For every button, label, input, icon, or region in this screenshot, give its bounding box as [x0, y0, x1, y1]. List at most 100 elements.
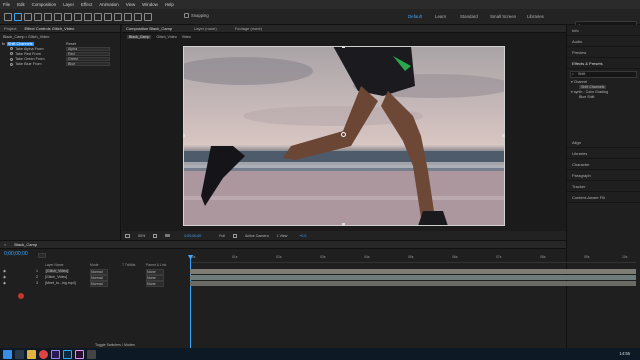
panel-libraries[interactable]: Libraries [567, 148, 640, 159]
panel-character[interactable]: Character [567, 159, 640, 170]
mode-dropdown[interactable]: Normal [90, 281, 108, 287]
menu-layer[interactable]: Layer [63, 2, 74, 7]
resolution-dropdown[interactable]: Full [219, 234, 225, 238]
exposure-value[interactable]: +0.0 [299, 234, 306, 238]
layer-row[interactable]: ◉ 1 [Glitch_Video] Normal None [0, 269, 188, 275]
tab-footage[interactable]: Footage (none) [235, 26, 262, 31]
transform-handle[interactable] [342, 46, 345, 48]
eye-icon[interactable]: ◉ [3, 275, 6, 279]
stopwatch-icon[interactable] [10, 47, 13, 51]
tab-timeline-black-camp[interactable]: Black_Camp [14, 242, 37, 247]
subtab-glitch-video[interactable]: Glitch_Video [156, 35, 176, 39]
menu-window[interactable]: Window [142, 2, 158, 7]
snapshot-icon[interactable] [165, 234, 171, 237]
roto-brush-tool-icon[interactable] [134, 13, 142, 21]
tab-layer[interactable]: Layer (none) [194, 26, 217, 31]
layer-name[interactable]: [Glitch_Video] [45, 269, 70, 273]
col-trkmat[interactable]: T TrkMat [122, 263, 135, 267]
menu-composition[interactable]: Composition [32, 2, 56, 7]
property-dropdown[interactable]: Blue [66, 62, 110, 67]
tab-composition[interactable]: Composition Black_Camp [126, 26, 172, 31]
layer-row[interactable]: ◉ 3 [Meet_to...ing.mp4] Normal None [0, 281, 188, 287]
camera-dropdown[interactable]: Active Camera [245, 234, 269, 238]
transform-handle[interactable] [183, 134, 185, 137]
rotate-tool-icon[interactable] [44, 13, 52, 21]
effects-search-input[interactable]: ⌕ Shift [570, 71, 637, 78]
chrome-icon[interactable] [39, 349, 48, 359]
stopwatch-icon[interactable] [10, 52, 13, 56]
rectangle-tool-icon[interactable] [74, 13, 82, 21]
eye-icon[interactable]: ◉ [3, 269, 6, 273]
anchor-point-icon[interactable] [341, 132, 346, 137]
fx-badge-icon[interactable]: fx [2, 42, 5, 46]
tab-project[interactable]: Project [4, 26, 16, 31]
menu-help[interactable]: Help [165, 2, 174, 7]
workspace-standard[interactable]: Standard [460, 14, 478, 19]
workspace-learn[interactable]: Learn [435, 14, 446, 19]
layer-name[interactable]: [Meet_to...ing.mp4] [45, 281, 76, 285]
layer-name[interactable]: [Glitch_Video] [45, 275, 67, 279]
col-mode[interactable]: Mode [90, 263, 98, 267]
subtab-video[interactable]: Video [182, 35, 191, 39]
safe-zones-icon[interactable] [125, 233, 130, 238]
after-effects-icon[interactable] [51, 349, 60, 359]
workspace-default[interactable]: Default [408, 14, 422, 19]
snapping-checkbox[interactable] [184, 13, 189, 18]
zoom-dropdown[interactable]: 50% [138, 234, 145, 238]
views-dropdown[interactable]: 1 View [277, 234, 288, 238]
file-explorer-icon[interactable] [27, 349, 36, 359]
timeline-timecode[interactable]: 0;00;00;00 [4, 251, 28, 257]
type-tool-icon[interactable] [94, 13, 102, 21]
panel-info[interactable]: Info [567, 25, 640, 36]
transform-handle[interactable] [502, 134, 505, 137]
clone-tool-icon[interactable] [114, 13, 122, 21]
effect-name[interactable]: Shift Channels [6, 41, 34, 46]
panel-tracker[interactable]: Tracker [567, 181, 640, 192]
media-player-icon[interactable] [87, 349, 96, 359]
region-icon[interactable] [233, 233, 237, 238]
hand-tool-icon[interactable] [24, 13, 32, 21]
time-ruler[interactable]: 00s 01s 02s 03s 04s 05s 06s 07s 08s 09s … [190, 255, 636, 263]
workspace-small-screen[interactable]: Small Screen [490, 14, 516, 19]
menu-view[interactable]: View [126, 2, 135, 7]
panel-paragraph[interactable]: Paragraph [567, 170, 640, 181]
stopwatch-icon[interactable] [10, 57, 13, 61]
menu-edit[interactable]: Edit [17, 2, 25, 7]
puppet-tool-icon[interactable] [144, 13, 152, 21]
panel-content-aware-fill[interactable]: Content-Aware Fill [567, 192, 640, 203]
property-dropdown[interactable]: Red [66, 51, 110, 57]
photoshop-icon[interactable] [63, 349, 72, 359]
premiere-icon[interactable] [75, 349, 84, 359]
pen-tool-icon[interactable] [84, 13, 92, 21]
layer-row[interactable]: ◉ 2 [Glitch_Video] Normal None [0, 275, 188, 281]
toggle-switches-modes[interactable]: Toggle Switches / Modes [95, 343, 135, 347]
effect-reset[interactable]: Reset [66, 42, 76, 46]
tab-effect-controls[interactable]: Effect Controls Glitch_Video [24, 26, 74, 31]
property-dropdown[interactable]: Alpha [66, 46, 110, 51]
menu-file[interactable]: File [3, 2, 10, 7]
grid-icon[interactable] [153, 233, 158, 238]
eraser-tool-icon[interactable] [124, 13, 132, 21]
subtab-black-camp[interactable]: Black_Camp [127, 34, 152, 39]
windows-start-icon[interactable] [3, 349, 12, 359]
transform-handle[interactable] [342, 223, 345, 226]
panel-align[interactable]: Align [567, 137, 640, 148]
pan-behind-tool-icon[interactable] [64, 13, 72, 21]
selection-tool-icon[interactable] [14, 13, 22, 21]
panel-effects-presets[interactable]: Effects & Presets [567, 58, 640, 69]
home-tool-icon[interactable] [4, 13, 12, 21]
stopwatch-icon[interactable] [10, 62, 13, 66]
panel-audio[interactable]: Audio [567, 36, 640, 47]
video-frame[interactable] [183, 46, 505, 226]
panel-preview[interactable]: Preview [567, 47, 640, 58]
brush-tool-icon[interactable] [104, 13, 112, 21]
layer-duration-bar[interactable] [190, 275, 636, 280]
workspace-libraries[interactable]: Libraries [527, 14, 544, 19]
viewer-timecode[interactable]: 0;00;00;00 [184, 234, 201, 238]
property-dropdown[interactable]: Green [66, 57, 110, 62]
search-icon[interactable] [15, 349, 24, 359]
layer-duration-bar[interactable] [190, 281, 636, 286]
camera-tool-icon[interactable] [54, 13, 62, 21]
menu-animation[interactable]: Animation [99, 2, 119, 7]
timeline-search-input[interactable] [38, 253, 46, 258]
